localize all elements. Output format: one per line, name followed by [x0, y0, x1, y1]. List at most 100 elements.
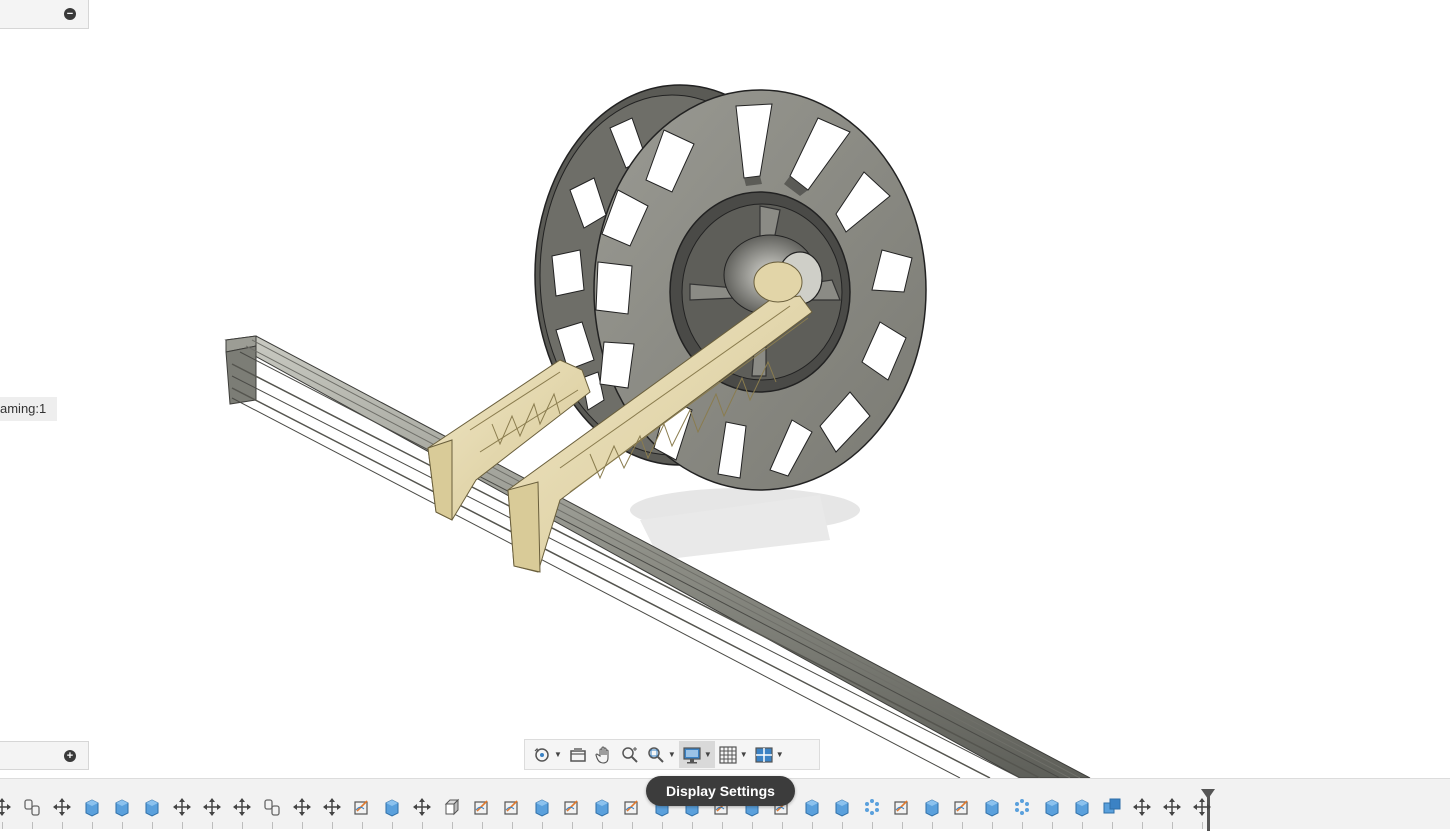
timeline-tick — [32, 822, 33, 829]
timeline-tick — [1082, 822, 1083, 829]
timeline-tick — [1052, 822, 1053, 829]
timeline-tick — [2, 822, 3, 829]
timeline-sketch-icon[interactable] — [352, 797, 372, 817]
timeline-combine-icon[interactable] — [1102, 797, 1122, 817]
timeline-move-icon[interactable] — [52, 797, 72, 817]
timeline-extrude-icon[interactable] — [592, 797, 612, 817]
graphics-viewport[interactable] — [0, 0, 1450, 778]
orbit-icon — [534, 747, 549, 762]
timeline-move-icon[interactable] — [0, 797, 12, 817]
pan-button[interactable] — [591, 741, 617, 768]
timeline-tick — [212, 822, 213, 829]
timeline-move-icon[interactable] — [322, 797, 342, 817]
timeline-tick — [242, 822, 243, 829]
model-canvas[interactable] — [0, 0, 1450, 778]
timeline-tick — [332, 822, 333, 829]
fit-button[interactable]: ▼ — [643, 741, 679, 768]
timeline-tick — [902, 822, 903, 829]
timeline-tick — [122, 822, 123, 829]
timeline-tick — [932, 822, 933, 829]
timeline-tick — [92, 822, 93, 829]
timeline-move-icon[interactable] — [172, 797, 192, 817]
timeline-joint-icon[interactable] — [262, 797, 282, 817]
timeline-extrude-icon[interactable] — [112, 797, 132, 817]
timeline-tick — [962, 822, 963, 829]
display-settings-button[interactable]: ▼ — [678, 741, 715, 768]
display-settings-icon — [683, 746, 701, 763]
look-at-icon — [570, 747, 586, 762]
chevron-down-icon: ▼ — [554, 750, 562, 759]
viewports-icon — [755, 746, 773, 763]
timeline-tick — [992, 822, 993, 829]
timeline-extrude-icon[interactable] — [82, 797, 102, 817]
timeline-tick — [512, 822, 513, 829]
timeline-box-icon[interactable] — [442, 797, 462, 817]
fit-icon — [648, 746, 664, 763]
timeline-sketch-icon[interactable] — [472, 797, 492, 817]
timeline-move-icon[interactable] — [1132, 797, 1152, 817]
chevron-down-icon: ▼ — [739, 750, 748, 759]
timeline-sketch-icon[interactable] — [502, 797, 522, 817]
timeline-pattern-icon[interactable] — [862, 797, 882, 817]
timeline-extrude-icon[interactable] — [532, 797, 552, 817]
timeline-tick — [1202, 822, 1203, 829]
timeline-sketch-icon[interactable] — [892, 797, 912, 817]
pan-icon — [595, 745, 609, 764]
timeline-tick — [62, 822, 63, 829]
ground-shadow — [630, 488, 860, 560]
timeline-extrude-icon[interactable] — [382, 797, 402, 817]
timeline-extrude-icon[interactable] — [1072, 797, 1092, 817]
timeline-tick — [362, 822, 363, 829]
grid-snaps-button[interactable]: ▼ — [715, 741, 751, 768]
timeline-tick — [692, 822, 693, 829]
expand-panel-button[interactable]: + — [64, 750, 76, 762]
timeline-joint-icon[interactable] — [22, 797, 42, 817]
timeline-move-icon[interactable] — [202, 797, 222, 817]
timeline-tick — [1172, 822, 1173, 829]
timeline-tick — [872, 822, 873, 829]
chevron-down-icon: ▼ — [775, 750, 784, 759]
zoom-button[interactable] — [617, 741, 643, 768]
timeline-extrude-icon[interactable] — [982, 797, 1002, 817]
timeline-extrude-icon[interactable] — [802, 797, 822, 817]
timeline-extrude-icon[interactable] — [832, 797, 852, 817]
timeline-tick — [782, 822, 783, 829]
timeline-tick — [272, 822, 273, 829]
timeline-tick — [572, 822, 573, 829]
collapse-panel-button[interactable]: − — [64, 8, 76, 20]
timeline-tick — [152, 822, 153, 829]
timeline-tick — [392, 822, 393, 829]
viewports-button[interactable]: ▼ — [751, 741, 787, 768]
chevron-down-icon: ▼ — [703, 750, 712, 759]
tooltip: Display Settings — [646, 776, 795, 806]
timeline-move-icon[interactable] — [412, 797, 432, 817]
timeline-extrude-icon[interactable] — [1042, 797, 1062, 817]
component-label[interactable]: aming:1 — [0, 397, 58, 421]
timeline-tick — [1112, 822, 1113, 829]
comments-panel-header: + — [0, 741, 89, 770]
timeline-tick — [812, 822, 813, 829]
timeline-extrude-icon[interactable] — [142, 797, 162, 817]
timeline-extrude-icon[interactable] — [922, 797, 942, 817]
orbit-button[interactable]: ▼ — [529, 741, 565, 768]
browser-panel-header: − — [0, 0, 89, 29]
timeline-tick — [542, 822, 543, 829]
chevron-down-icon: ▼ — [667, 750, 676, 759]
timeline-move-icon[interactable] — [232, 797, 252, 817]
timeline-tick — [752, 822, 753, 829]
navigation-bar: ▼ ▼ ▼ ▼ ▼ — [524, 739, 820, 770]
timeline-tick — [302, 822, 303, 829]
timeline-pattern-icon[interactable] — [1012, 797, 1032, 817]
timeline-sketch-icon[interactable] — [952, 797, 972, 817]
timeline-sketch-icon[interactable] — [562, 797, 582, 817]
timeline-tick — [452, 822, 453, 829]
timeline-move-icon[interactable] — [292, 797, 312, 817]
timeline-tick — [1142, 822, 1143, 829]
timeline-move-icon[interactable] — [1162, 797, 1182, 817]
timeline-tick — [422, 822, 423, 829]
timeline-tick — [482, 822, 483, 829]
look-at-button[interactable] — [565, 741, 591, 768]
timeline-sketch-icon[interactable] — [622, 797, 642, 817]
timeline-tick — [1022, 822, 1023, 829]
timeline-move-icon[interactable] — [1192, 797, 1212, 817]
